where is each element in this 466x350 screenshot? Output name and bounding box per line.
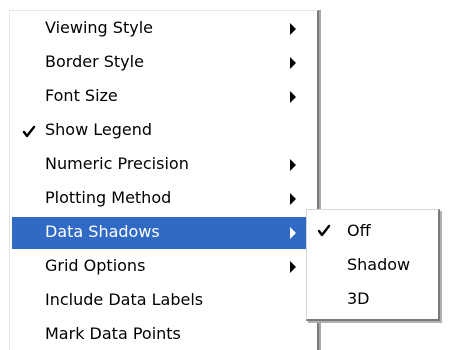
menu-item-grid-options[interactable]: Grid Options	[12, 251, 316, 283]
checkmark-icon	[22, 125, 36, 138]
menu-item-label: Mark Data Points	[45, 324, 181, 343]
menu-item-label: Grid Options	[45, 256, 146, 275]
screen: Viewing Style Border Style Font Size Sho…	[0, 0, 466, 350]
submenu-item-label: 3D	[347, 289, 370, 308]
checkmark-icon	[317, 224, 331, 237]
menu-item-label: Include Data Labels	[45, 290, 204, 309]
menu-item-data-shadows[interactable]: Data Shadows	[12, 217, 316, 249]
menu-item-border-style[interactable]: Border Style	[12, 47, 316, 79]
menu-item-label: Data Shadows	[45, 222, 160, 241]
submenu-arrow-icon	[290, 227, 296, 239]
menu-item-font-size[interactable]: Font Size	[12, 81, 316, 113]
menu-item-plotting-method[interactable]: Plotting Method	[12, 183, 316, 215]
menu-item-include-data-labels[interactable]: Include Data Labels	[12, 285, 316, 317]
menu-item-label: Border Style	[45, 52, 144, 71]
menu-item-label: Font Size	[45, 86, 118, 105]
menu-item-label: Numeric Precision	[45, 154, 189, 173]
submenu-arrow-icon	[290, 193, 296, 205]
submenu-item-label: Off	[347, 221, 371, 240]
submenu-item-label: Shadow	[347, 255, 411, 274]
menu-item-viewing-style[interactable]: Viewing Style	[12, 13, 316, 45]
menu-item-mark-data-points[interactable]: Mark Data Points	[12, 319, 316, 350]
submenu-arrow-icon	[290, 57, 296, 69]
data-shadows-submenu: Off Shadow 3D	[306, 209, 440, 321]
menu-item-numeric-precision[interactable]: Numeric Precision	[12, 149, 316, 181]
submenu-item-off[interactable]: Off	[309, 214, 437, 248]
submenu-item-shadow[interactable]: Shadow	[309, 248, 437, 282]
submenu-arrow-icon	[290, 23, 296, 35]
submenu-item-3d[interactable]: 3D	[309, 282, 437, 316]
menu-item-label: Plotting Method	[45, 188, 172, 207]
menu-item-label: Viewing Style	[45, 18, 153, 37]
submenu-arrow-icon	[290, 261, 296, 273]
context-menu: Viewing Style Border Style Font Size Sho…	[9, 10, 319, 350]
submenu-arrow-icon	[290, 159, 296, 171]
submenu-arrow-icon	[290, 91, 296, 103]
menu-item-label: Show Legend	[45, 120, 153, 139]
menu-item-show-legend[interactable]: Show Legend	[12, 115, 316, 147]
